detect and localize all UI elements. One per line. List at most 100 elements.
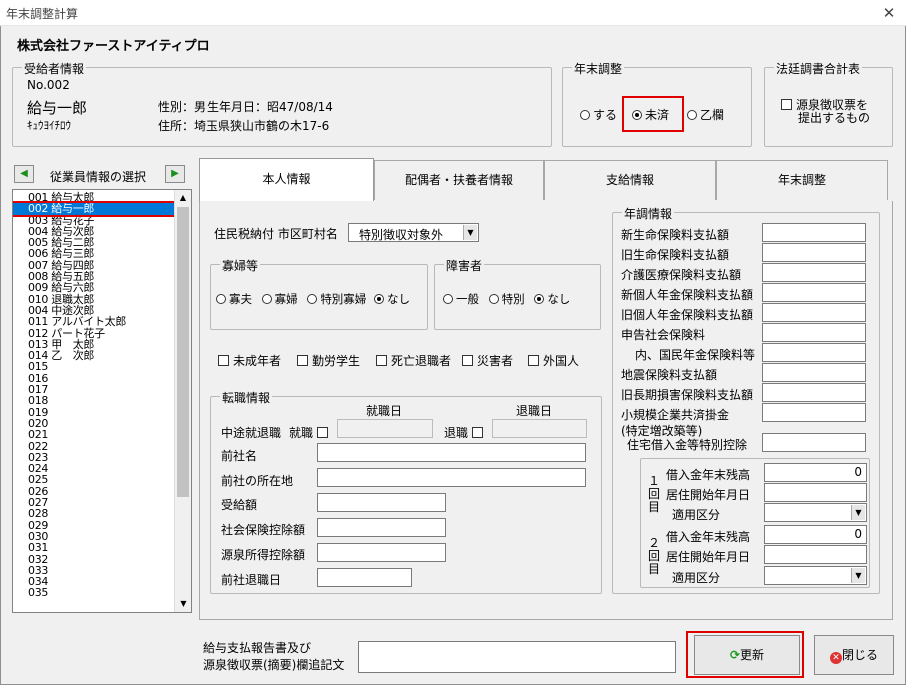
radio-checked-icon [632, 110, 642, 120]
recipient-info-legend: 受給者情報 [22, 60, 87, 77]
annual-field-input[interactable] [762, 263, 866, 282]
list-item[interactable]: 009 給与六郎 [13, 282, 175, 293]
widow-option-none[interactable]: なし [373, 292, 410, 306]
radio-icon [216, 294, 226, 304]
list-item[interactable]: 018 [13, 395, 175, 406]
check-foreigner[interactable]: 外国人 [528, 352, 579, 369]
employee-list-scrollbar[interactable]: ▲ ▼ [174, 190, 191, 612]
disability-option-general[interactable]: 一般 [443, 292, 479, 306]
year-end-option-otsu[interactable]: 乙欄 [687, 106, 724, 123]
hired-checkbox[interactable]: 就職 [289, 424, 332, 441]
scroll-up-icon[interactable]: ▲ [175, 190, 191, 206]
loan1-balance-input[interactable]: 0 [764, 463, 867, 482]
annual-field-input[interactable] [762, 363, 866, 382]
checkbox-icon [218, 355, 229, 366]
widow-options: 寡夫 寡婦 特別寡婦 なし [216, 291, 410, 307]
scroll-thumb[interactable] [177, 207, 189, 497]
list-item[interactable]: 031 [13, 542, 175, 553]
annual-field-input[interactable] [762, 243, 866, 262]
widow-option-widower[interactable]: 寡夫 [216, 292, 252, 306]
annual-field-input[interactable] [762, 303, 866, 322]
annual-field-input[interactable] [762, 383, 866, 402]
year-end-option-do[interactable]: する [580, 106, 617, 123]
prev-retire-date-input[interactable] [317, 568, 412, 587]
annual-field-input[interactable] [762, 283, 866, 302]
loan2-type-select[interactable]: ▼ [764, 566, 867, 585]
tab-year-end[interactable]: 年末調整 [716, 160, 888, 200]
check-minor[interactable]: 未成年者 [218, 352, 281, 369]
disability-option-none[interactable]: なし [534, 292, 570, 306]
disability-option-special[interactable]: 特別 [488, 292, 525, 306]
radio-icon [443, 294, 453, 304]
statutory-legend: 法廷調書合計表 [774, 60, 863, 77]
birth-row: 生年月日：昭47/08/14 [207, 98, 333, 115]
dropdown-arrow-icon: ▼ [851, 568, 865, 583]
loan1-type-select[interactable]: ▼ [764, 503, 867, 522]
widow-option-widow[interactable]: 寡婦 [261, 292, 298, 306]
loan2-start-label: 居住開始年月日 [666, 550, 751, 564]
update-button[interactable]: ⟳更新 [694, 635, 800, 675]
check-deceased[interactable]: 死亡退職者 [376, 352, 451, 369]
retired-checkbox[interactable]: 退職 [444, 424, 487, 441]
prev-employee-button[interactable]: ◀ [14, 165, 34, 183]
list-item[interactable]: 035 [13, 587, 175, 598]
loan2-side-label: ２回目 [647, 536, 660, 576]
social-insurance-label: 社会保険控除額 [221, 523, 306, 537]
prev-retire-date-label: 前社退職日 [221, 573, 282, 587]
housing-loan-label: 住宅借入金等特別控除 [627, 438, 748, 452]
checkbox-icon [376, 355, 387, 366]
widow-option-special[interactable]: 特別寡婦 [307, 292, 366, 306]
resident-tax-label: 住民税納付 市区町村名 [214, 227, 338, 241]
prev-company-input[interactable] [317, 443, 586, 462]
prev-company-address-label: 前社の所在地 [221, 474, 294, 488]
checkbox-icon [471, 427, 483, 438]
year-end-option-done[interactable]: 未済 [632, 106, 669, 123]
employee-list-items: 001 給与太郎 002 給与一郎 003 給与花子 004 給与次郎 005 給与二郎… [13, 192, 177, 599]
loan2-start-input[interactable] [764, 545, 867, 564]
employee-list[interactable]: 001 給与太郎 002 給与一郎 003 給与花子 004 給与次郎 005 給与二郎… [12, 189, 192, 613]
social-insurance-input[interactable] [317, 518, 446, 537]
checkbox-icon [297, 355, 308, 366]
disability-options: 一般 特別 なし [443, 291, 570, 307]
loan1-start-input[interactable] [764, 483, 867, 502]
list-item[interactable]: 011 アルバイト太郎 [13, 316, 175, 327]
close-button[interactable]: ✕ 閉じる [814, 635, 894, 675]
check-disaster[interactable]: 災害者 [462, 352, 513, 369]
tab-personal[interactable]: 本人情報 [199, 158, 374, 202]
annual-legend: 年調情報 [622, 205, 675, 222]
loan2-balance-input[interactable]: 0 [764, 525, 867, 544]
gender-value: 男 [194, 100, 207, 114]
scroll-down-icon[interactable]: ▼ [175, 596, 191, 612]
radio-icon [488, 294, 499, 304]
radio-checked-icon [534, 294, 545, 304]
next-employee-button[interactable]: ▶ [165, 165, 185, 183]
tab-spouse-dependents[interactable]: 配偶者・扶養者情報 [374, 160, 544, 200]
annual-field-label: 新生命保険料支払額 [621, 228, 730, 242]
annual-field-label: 小規模企業共済掛金 [621, 408, 730, 422]
retire-date-header: 退職日 [516, 404, 553, 418]
annual-field-input[interactable] [762, 223, 866, 242]
resident-tax-select[interactable]: 特別徴収対象外 ▼ [348, 223, 479, 242]
list-item[interactable]: 028 [13, 508, 175, 519]
radio-checked-icon [373, 294, 384, 304]
retire-date-input[interactable] [492, 419, 587, 438]
gender-row: 性別：男 [158, 98, 206, 115]
checkbox-icon [316, 427, 328, 438]
annual-field-input[interactable] [762, 323, 866, 342]
prev-company-address-input[interactable] [317, 468, 586, 487]
received-amount-label: 受給額 [221, 498, 258, 512]
list-item[interactable]: 021 [13, 429, 175, 440]
list-item[interactable]: 002 給与一郎 [13, 201, 177, 217]
tab-payment[interactable]: 支給情報 [544, 160, 716, 200]
annual-field-input[interactable] [762, 403, 866, 422]
received-amount-input[interactable] [317, 493, 446, 512]
annual-field-input[interactable] [762, 343, 866, 362]
housing-loan-input[interactable] [762, 433, 866, 452]
window-close-icon[interactable]: ✕ [876, 2, 902, 24]
hire-date-input[interactable] [337, 419, 433, 438]
statutory-checkbox[interactable]: 源泉徴収票を 提出するもの [781, 99, 870, 125]
check-student[interactable]: 勤労学生 [297, 352, 360, 369]
address-value: 埼玉県狭山市鶴の木17-6 [194, 119, 330, 133]
remark-input[interactable] [358, 641, 676, 673]
withholding-input[interactable] [317, 543, 446, 562]
